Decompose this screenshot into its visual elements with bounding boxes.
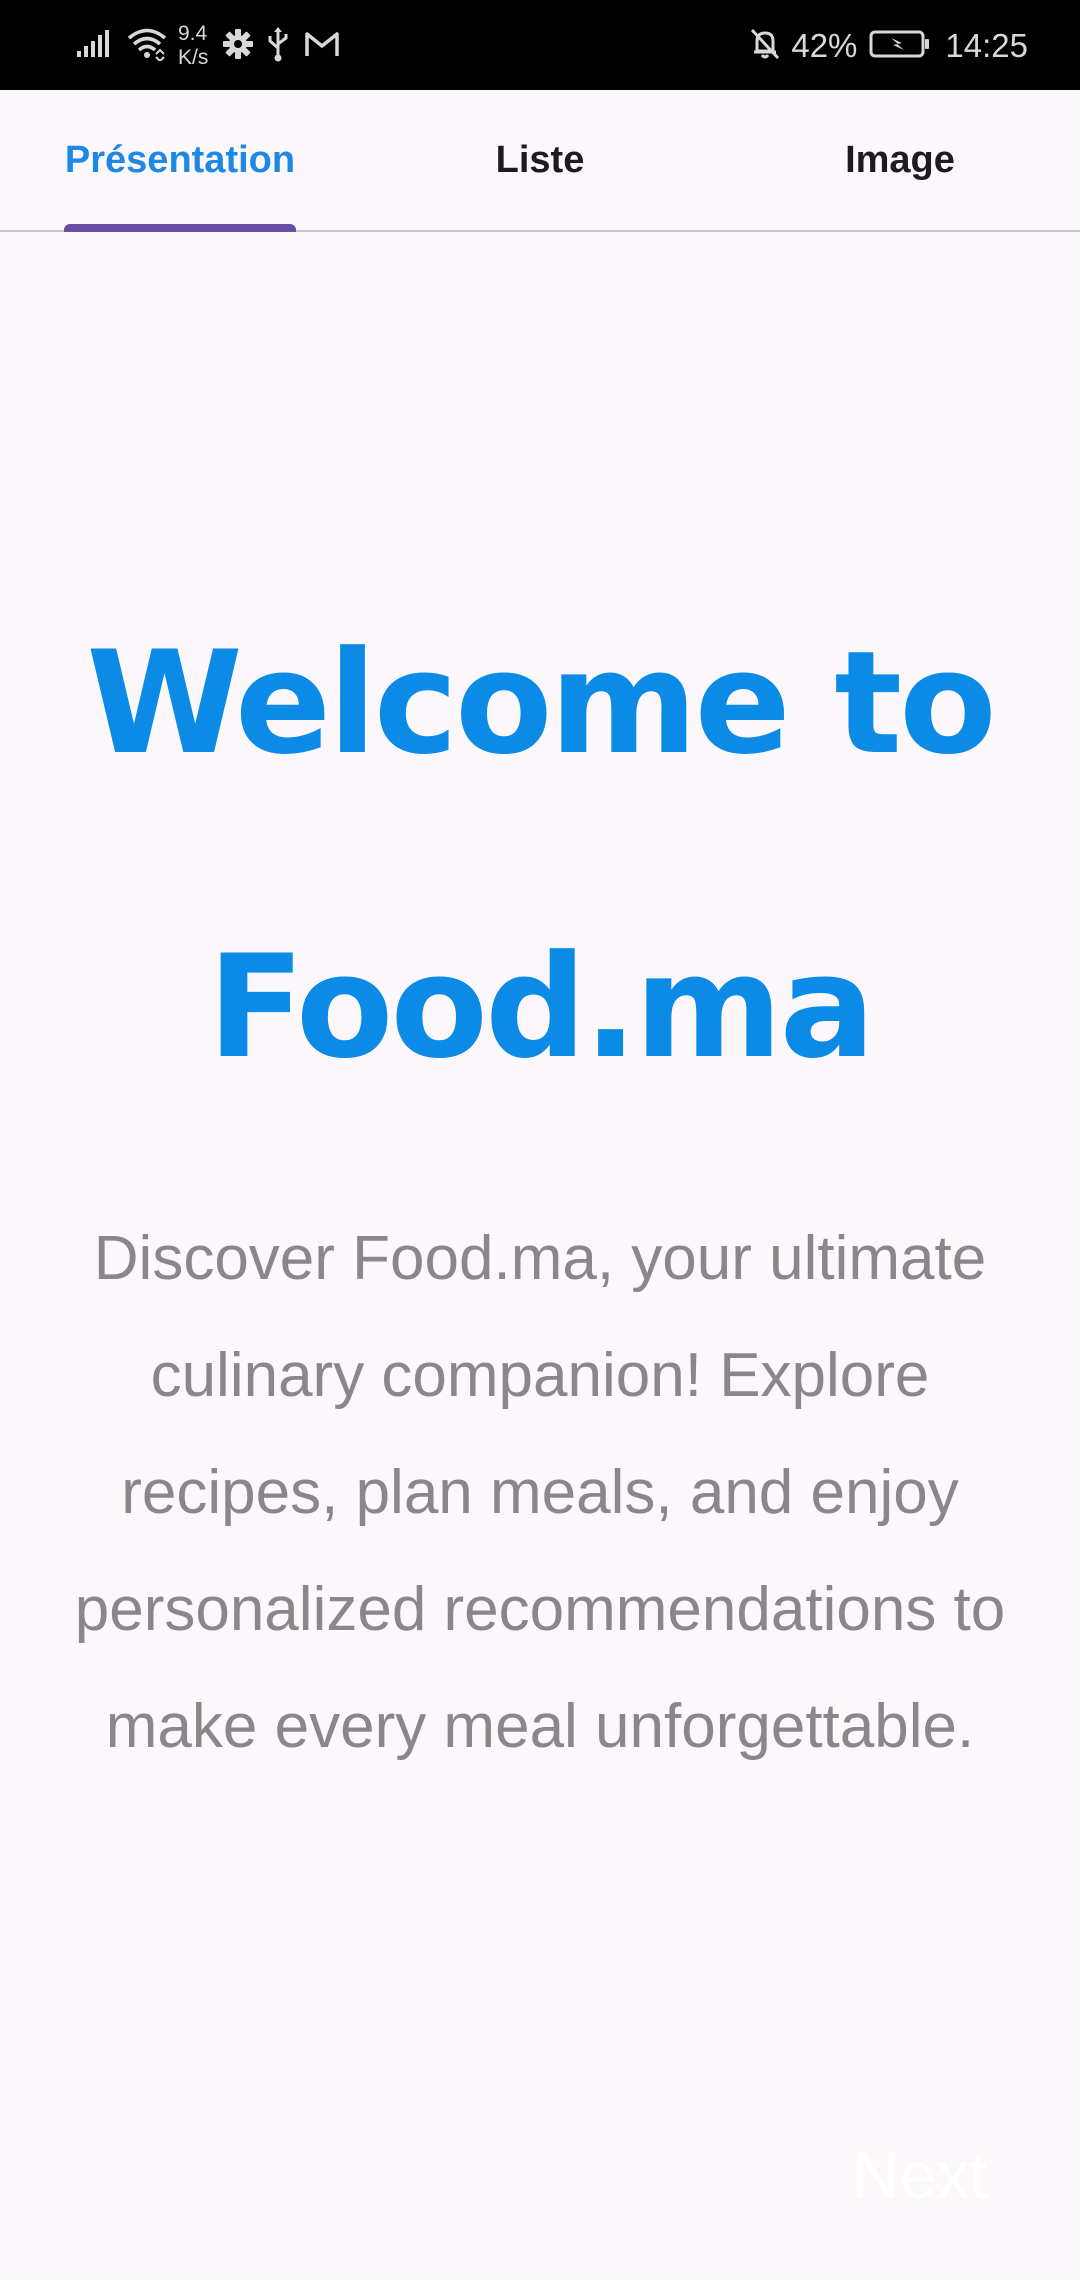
settings-icon bbox=[222, 28, 254, 65]
tab-liste[interactable]: Liste bbox=[360, 90, 720, 230]
welcome-title-line-1: Welcome to bbox=[86, 621, 996, 786]
tab-presentation[interactable]: Présentation bbox=[0, 90, 360, 230]
clock-time: 14:25 bbox=[945, 27, 1028, 64]
next-button[interactable]: Next bbox=[820, 2130, 1020, 2220]
welcome-description: Discover Food.ma, your ultimate culinary… bbox=[74, 1224, 1006, 1761]
tab-indicator bbox=[64, 224, 296, 232]
welcome-title: Welcome to Food.ma bbox=[0, 552, 1080, 1160]
tab-bar: Présentation Liste Image bbox=[0, 90, 1080, 232]
battery-charging-icon bbox=[869, 29, 931, 64]
battery-percent: 42% bbox=[791, 27, 858, 64]
status-left-group: 9.4 K/s bbox=[76, 18, 340, 74]
welcome-title-line-2: Food.ma bbox=[207, 925, 876, 1090]
usb-icon bbox=[266, 26, 290, 67]
network-speed-value: 9.4 bbox=[178, 22, 208, 45]
mute-bell-icon bbox=[749, 27, 781, 66]
tab-image[interactable]: Image bbox=[720, 90, 1080, 230]
network-speed: 9.4 K/s bbox=[178, 22, 208, 70]
gmail-icon bbox=[304, 29, 340, 64]
status-right-group: 42% 14:25 bbox=[749, 18, 1028, 74]
network-speed-unit: K/s bbox=[178, 46, 209, 69]
signal-icon bbox=[76, 29, 114, 64]
wifi-icon bbox=[126, 27, 168, 66]
status-bar: 9.4 K/s 42% 14:25 bbox=[0, 0, 1080, 90]
